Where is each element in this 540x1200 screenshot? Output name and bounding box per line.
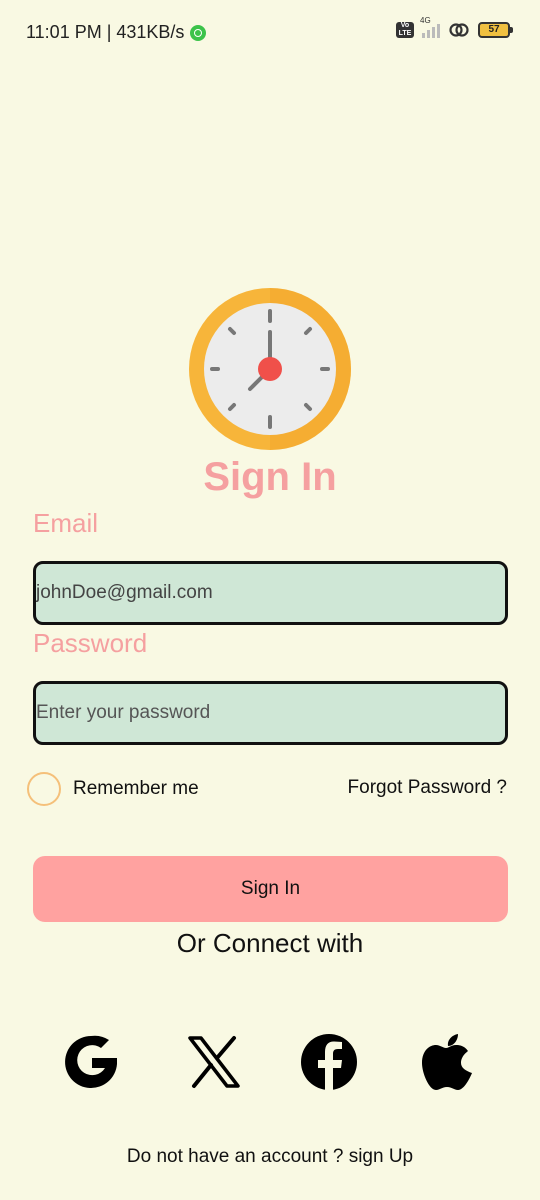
checkbox-circle-icon[interactable] [27, 772, 61, 806]
status-time-speed: 11:01 PM | 431KB/s [26, 22, 207, 43]
page-title: Sign In [203, 455, 337, 499]
notification-icon [190, 24, 207, 41]
signup-prompt-link[interactable]: Do not have an account ? sign Up [0, 1146, 540, 1168]
forgot-password-link[interactable]: Forgot Password ? [348, 777, 507, 799]
status-time-text: 11:01 PM | 431KB/s [26, 22, 185, 42]
status-icons: Vo LTE 4G 57 [396, 16, 513, 38]
sign-in-button[interactable]: Sign In [33, 856, 508, 922]
email-field[interactable] [33, 561, 508, 625]
clock-logo-icon [189, 288, 351, 450]
status-bar: 11:01 PM | 431KB/s Vo LTE 4G 57 [0, 0, 540, 66]
apple-icon[interactable] [418, 1030, 478, 1094]
remember-me-label: Remember me [73, 778, 199, 799]
google-icon[interactable] [61, 1030, 121, 1094]
network-type-label: 4G [420, 16, 431, 25]
battery-icon: 57 [478, 22, 513, 38]
link-icon [449, 23, 469, 37]
password-label: Password [33, 628, 148, 658]
battery-level: 57 [488, 24, 500, 35]
remember-me-checkbox[interactable]: Remember me [27, 772, 199, 806]
connect-with-label: Or Connect with [176, 928, 364, 958]
email-label: Email [33, 508, 99, 538]
password-field[interactable] [33, 681, 508, 745]
volte-icon: Vo LTE [396, 22, 414, 38]
x-icon[interactable] [184, 1030, 244, 1094]
signal-icon: 4G [420, 16, 440, 38]
facebook-icon[interactable] [299, 1030, 359, 1094]
